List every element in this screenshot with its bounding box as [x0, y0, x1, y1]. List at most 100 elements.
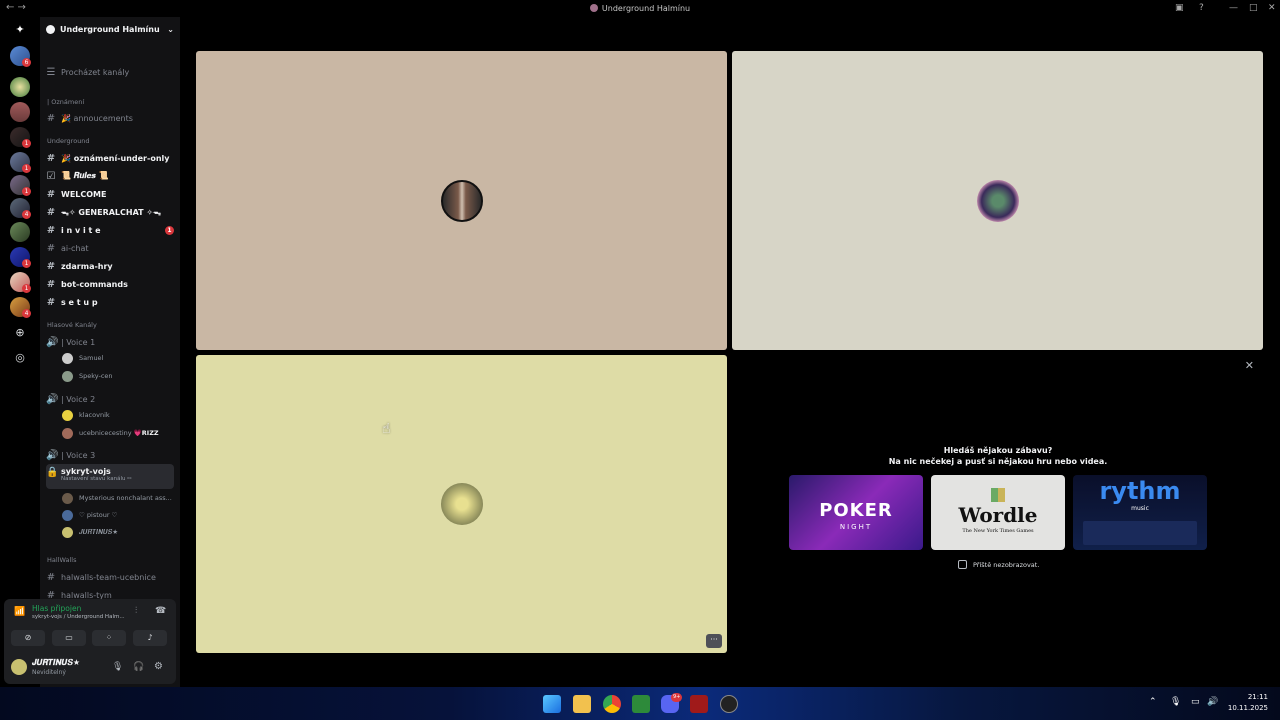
avatar[interactable]	[11, 659, 27, 675]
steam-icon[interactable]	[720, 695, 738, 713]
voice-user[interactable]: Mysterious nonchalant ass...	[62, 491, 172, 505]
game-title: POKER	[819, 500, 893, 521]
server-name: Underground Halmínu	[60, 25, 160, 34]
mention-badge: 1	[22, 284, 31, 293]
voice-user[interactable]: ♡ pistour ♡	[62, 508, 117, 522]
server-icon[interactable]	[10, 102, 30, 122]
soundboard-button[interactable]: ♪	[133, 630, 167, 646]
voice-channel-1[interactable]: 🔊 | Voice 1	[46, 334, 174, 350]
dont-show-again[interactable]: Příště nezobrazovat.	[958, 560, 1039, 569]
screen-share-button[interactable]: ▭	[52, 630, 86, 646]
hash-icon: #	[46, 278, 56, 290]
poker-night-card[interactable]: POKER NIGHT	[789, 475, 923, 550]
user-status[interactable]: Neviditelný	[32, 669, 66, 676]
avatar	[62, 409, 73, 421]
video-tile[interactable]	[196, 51, 727, 350]
category-voice[interactable]: Hlasové Kanály	[47, 321, 97, 329]
participant-avatar	[440, 179, 483, 222]
category-hallwalls[interactable]: HallWalls	[47, 556, 76, 564]
help-icon[interactable]: ?	[1199, 3, 1204, 13]
minecraft-icon[interactable]	[632, 695, 650, 713]
minimize-icon[interactable]: —	[1229, 3, 1238, 13]
voice-user[interactable]: ucebnicecestiny 💗RIZZ	[62, 426, 159, 440]
voice-status[interactable]: Hlas připojen	[32, 604, 81, 613]
checkbox[interactable]	[958, 560, 967, 569]
avatar	[62, 427, 73, 439]
voice-user[interactable]: Samuel	[62, 351, 103, 365]
chrome-icon[interactable]	[603, 695, 621, 713]
app-icon[interactable]	[690, 695, 708, 713]
rythm-card[interactable]: rythm music	[1073, 475, 1207, 550]
category-announcements[interactable]: | Oznámení	[47, 98, 84, 106]
promo-subheading: Na nic nečekej a pusť si nějakou hru neb…	[888, 457, 1108, 466]
channel-generalchat[interactable]: # ᯓ✧ GENERALCHAT ✧ᯓ	[46, 204, 174, 220]
volume-icon[interactable]: 🔊	[1207, 697, 1218, 707]
channel-setup[interactable]: # s e t u p	[46, 294, 174, 310]
server-icon	[589, 4, 598, 12]
clock-date[interactable]: 10.11.2025	[1218, 704, 1268, 712]
voice-channel-3[interactable]: 🔊 | Voice 3	[46, 447, 174, 463]
channel-status[interactable]: Nastavení stavu kanálu ✏	[61, 476, 132, 482]
clock-time[interactable]: 21:11	[1226, 693, 1268, 701]
voice-user[interactable]: 𝑱𝑼𝑹𝑻𝑰𝑵𝑼𝑺★	[62, 525, 118, 539]
headphones-icon[interactable]: 🎧	[133, 662, 144, 672]
channel-rules[interactable]: ☑ 📜 𝑹𝒖𝒍𝒆𝒔 📜	[46, 168, 174, 184]
hash-icon: #	[46, 296, 56, 308]
voice-channel-name[interactable]: sykryt-vojs / Underground Halm...	[32, 614, 125, 620]
noise-suppression-icon[interactable]: ⫶	[135, 606, 137, 616]
signal-icon[interactable]: 📶	[14, 607, 25, 617]
start-icon[interactable]	[543, 695, 561, 713]
voice-user[interactable]: Speky-cen	[62, 369, 113, 383]
channel-bot-commands[interactable]: # bot-commands	[46, 276, 174, 292]
hash-icon: #	[46, 571, 56, 583]
video-tile[interactable]	[732, 51, 1263, 350]
inbox-icon[interactable]: ▣	[1175, 3, 1184, 13]
discover-icon[interactable]: ◎	[10, 348, 30, 368]
activities-button[interactable]: ⁘	[92, 630, 126, 646]
mention-badge: 4	[22, 210, 31, 219]
window-title: Underground Halmínu	[601, 4, 691, 13]
chevron-up-icon[interactable]: ⌃	[1149, 697, 1157, 707]
channel-annoucements[interactable]: # 🎉 annoucements	[46, 110, 174, 126]
server-icon[interactable]	[10, 222, 30, 242]
windows-taskbar: 9+ ⌃ 🎙 ▭ 🔊 21:11 10.11.2025	[0, 687, 1280, 720]
server-icon[interactable]	[10, 77, 30, 97]
maximize-icon[interactable]: □	[1249, 3, 1258, 13]
network-icon[interactable]: ▭	[1191, 697, 1200, 707]
add-server-icon[interactable]: ⊕	[10, 323, 30, 343]
gear-icon[interactable]: ⚙	[154, 661, 163, 672]
discord-badge: 9+	[671, 693, 683, 702]
hash-icon: #	[46, 224, 56, 236]
channel-invite[interactable]: # i n v i t e 1	[46, 222, 174, 238]
browse-channels[interactable]: ☰ Procházet kanály	[46, 64, 174, 80]
more-options-button[interactable]: ···	[706, 634, 722, 648]
game-subtitle: music	[1131, 505, 1149, 512]
mention-badge: 4	[22, 309, 31, 318]
channel-halwalls-team-ucebnice[interactable]: # halwalls-team-ucebnice	[46, 569, 174, 585]
close-icon[interactable]: ✕	[1268, 3, 1276, 13]
wordle-card[interactable]: Wordle The New York Times Games	[931, 475, 1065, 550]
voice-user[interactable]: klacovnik	[62, 408, 110, 422]
channel-zdarma-hry[interactable]: # zdarma-hry	[46, 258, 174, 274]
video-tile[interactable]: ☝ ···	[196, 355, 727, 653]
camera-button[interactable]: ⊘	[11, 630, 45, 646]
avatar	[62, 526, 73, 538]
participant-avatar	[440, 483, 483, 525]
voice-channel-sykryt-vojs[interactable]: 🔒 sykryt-vojs Nastavení stavu kanálu ✏	[46, 464, 174, 489]
microphone-icon[interactable]: 🎙	[112, 662, 123, 672]
close-icon[interactable]: ✕	[1245, 359, 1254, 372]
avatar	[62, 492, 73, 504]
channel-ai-chat[interactable]: # ai-chat	[46, 240, 174, 256]
game-subtitle: NIGHT	[839, 523, 873, 531]
microphone-icon[interactable]: 🎙	[1170, 697, 1181, 707]
voice-channel-2[interactable]: 🔊 | Voice 2	[46, 391, 174, 407]
channel-welcome[interactable]: # WELCOME	[46, 186, 174, 202]
channel-oznameni[interactable]: # 🎉 oznámení-under-only	[46, 150, 174, 166]
disconnect-icon[interactable]: ☎	[155, 606, 166, 616]
username[interactable]: 𝑱𝑼𝑹𝑻𝑰𝑵𝑼𝑺★	[32, 658, 80, 668]
category-underground[interactable]: Underground	[47, 137, 90, 145]
server-header[interactable]: Underground Halmínu ⌄	[40, 17, 180, 42]
mouse-cursor-icon: ☝	[382, 421, 391, 437]
file-explorer-icon[interactable]	[573, 695, 591, 713]
discord-home-icon[interactable]: ✦	[10, 20, 30, 40]
